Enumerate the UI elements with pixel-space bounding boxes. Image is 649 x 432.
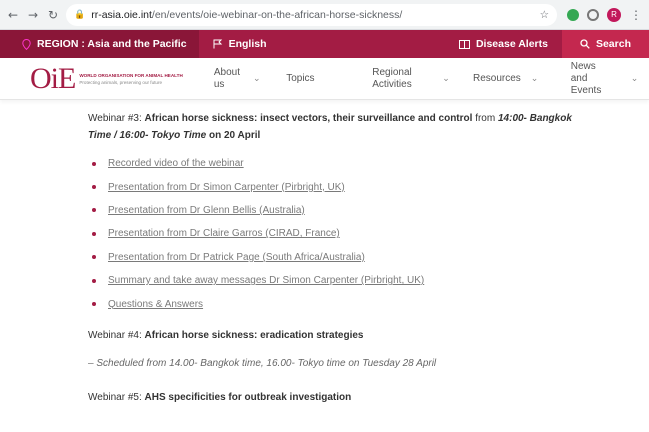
bullet-icon [92, 302, 96, 307]
list-item: Summary and take away messages Dr Simon … [88, 269, 649, 292]
nav-regional-label: Regional Activities [372, 66, 412, 90]
chevron-down-icon: ⌄ [253, 73, 261, 84]
nav-regional-activities[interactable]: Regional Activities ⌄ [372, 58, 473, 99]
nav-news-label: News and Events [570, 60, 602, 96]
logo-mark: OiE [30, 61, 76, 95]
list-item: Presentation from Dr Claire Garros (CIRA… [88, 222, 649, 245]
forward-icon[interactable]: → [26, 8, 40, 22]
nav-about-dropdown[interactable]: ⌄ [249, 58, 286, 99]
profile-avatar[interactable]: R [607, 7, 621, 22]
search-icon [580, 39, 590, 49]
webinar5-heading: Webinar #5: AHS specificities for outbre… [88, 384, 649, 412]
bookmark-star-icon[interactable]: ☆ [540, 9, 549, 21]
nav-news-events[interactable]: News and Events ⌄ [571, 58, 649, 99]
webinar5-prefix: Webinar #5: [88, 391, 145, 403]
bullet-icon [92, 255, 96, 260]
logo-line2: Protecting animals, preserving our futur… [79, 79, 163, 85]
bullet-icon [92, 278, 96, 283]
reload-icon[interactable]: ↻ [46, 8, 60, 22]
flag-icon [213, 39, 222, 49]
back-icon[interactable]: ← [6, 8, 20, 22]
logo-line1: WORLD ORGANISATION FOR ANIMAL HEALTH [79, 72, 183, 78]
link-summary[interactable]: Summary and take away messages Dr Simon … [108, 275, 424, 286]
nav-resources-label: Resources [472, 72, 521, 84]
nav-resources[interactable]: Resources ⌄ [473, 58, 571, 99]
oie-logo[interactable]: OiE WORLD ORGANISATION FOR ANIMAL HEALTH… [30, 62, 214, 96]
webinar3-heading: Webinar #3: African horse sickness: inse… [88, 110, 588, 144]
link-questions-answers[interactable]: Questions & Answers [108, 299, 203, 310]
url-path: /en/events/oie-webinar-on-the-african-ho… [151, 8, 403, 21]
webinar4-title: African horse sickness: eradication stra… [144, 329, 364, 341]
link-presentation-garros[interactable]: Presentation from Dr Claire Garros (CIRA… [108, 228, 340, 239]
webinar3-date: on 20 April [206, 130, 261, 141]
extension-grey-icon[interactable] [587, 8, 599, 21]
list-item: Presentation from Dr Glenn Bellis (Austr… [88, 199, 649, 222]
nav-about[interactable]: About us [214, 58, 249, 99]
language-selector[interactable]: English [199, 38, 281, 50]
webinar4-heading: Webinar #4: African horse sickness: erad… [88, 322, 649, 350]
site-topbar: REGION : Asia and the Pacific English Di… [0, 30, 649, 58]
region-label: REGION : Asia and the Pacific [37, 38, 187, 50]
link-presentation-carpenter[interactable]: Presentation from Dr Simon Carpenter (Pi… [108, 182, 345, 193]
url-host: rr-asia.oie.int [91, 8, 152, 21]
location-pin-icon [22, 38, 31, 50]
page-content: Webinar #3: African horse sickness: inse… [0, 100, 649, 412]
search-button[interactable]: Search [561, 30, 649, 58]
link-recorded-video[interactable]: Recorded video of the webinar [108, 158, 244, 169]
language-label: English [228, 38, 267, 50]
bullet-icon [92, 161, 96, 166]
lock-icon: 🔒 [74, 9, 86, 19]
webinar3-resource-list: Recorded video of the webinar Presentati… [88, 152, 649, 316]
list-item: Presentation from Dr Simon Carpenter (Pi… [88, 175, 649, 198]
disease-alerts-link[interactable]: Disease Alerts [445, 38, 562, 50]
list-item: Recorded video of the webinar [88, 152, 649, 175]
bullet-icon [92, 208, 96, 213]
link-presentation-bellis[interactable]: Presentation from Dr Glenn Bellis (Austr… [108, 205, 305, 216]
main-navigation: OiE WORLD ORGANISATION FOR ANIMAL HEALTH… [0, 58, 649, 100]
extension-green-icon[interactable] [567, 8, 579, 21]
nav-topics[interactable]: Topics [286, 58, 372, 99]
address-bar[interactable]: 🔒 rr-asia.oie.int/en/events/oie-webinar-… [66, 3, 557, 26]
disease-alerts-label: Disease Alerts [475, 38, 548, 50]
list-item: Questions & Answers [88, 292, 649, 315]
nav-about-label: About us [213, 66, 240, 90]
chevron-down-icon: ⌄ [630, 73, 639, 84]
webinar4-schedule: – Scheduled from 14.00- Bangkok time, 16… [88, 357, 437, 369]
search-label: Search [595, 38, 631, 50]
chevron-down-icon: ⌄ [530, 73, 539, 84]
region-selector[interactable]: REGION : Asia and the Pacific [0, 30, 199, 58]
browser-menu-icon[interactable]: ⋮ [629, 8, 643, 22]
bullet-icon [92, 185, 96, 190]
link-presentation-page[interactable]: Presentation from Dr Patrick Page (South… [108, 252, 365, 263]
chevron-down-icon: ⌄ [442, 73, 450, 84]
webinar3-prefix: Webinar #3: [88, 113, 145, 124]
nav-topics-label: Topics [286, 72, 315, 84]
webinar4-prefix: Webinar #4: [88, 329, 145, 341]
webinar5-title: AHS specificities for outbreak investiga… [144, 391, 352, 403]
webinar3-from: from [472, 113, 498, 124]
webinar3-title: African horse sickness: insect vectors, … [144, 113, 473, 124]
bullet-icon [92, 231, 96, 236]
book-icon [458, 39, 470, 49]
browser-toolbar: ← → ↻ 🔒 rr-asia.oie.int/en/events/oie-we… [0, 0, 649, 30]
list-item: Presentation from Dr Patrick Page (South… [88, 246, 649, 269]
